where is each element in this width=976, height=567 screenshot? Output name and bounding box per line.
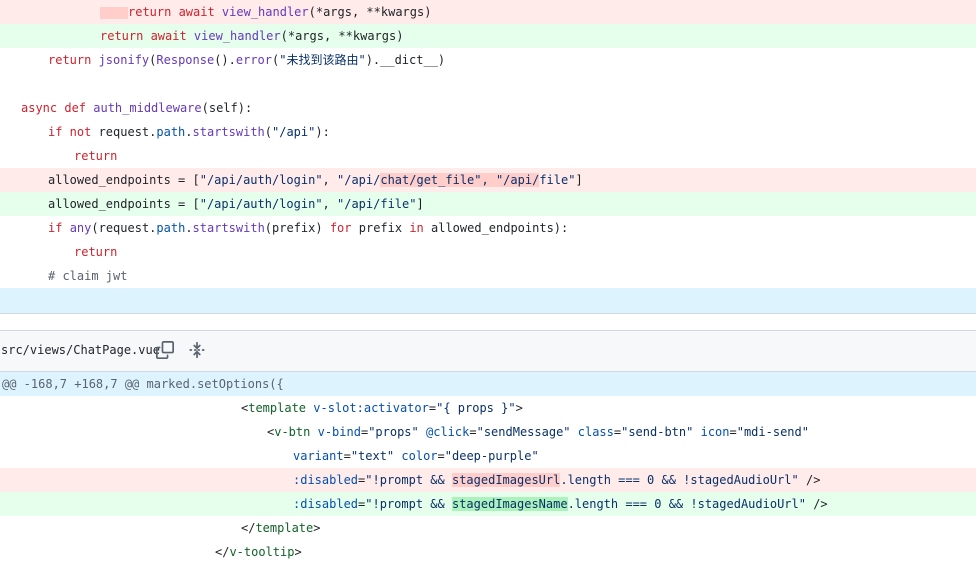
code-text: return await view_handler(*args, **kwarg… (100, 0, 431, 24)
copy-icon[interactable] (156, 341, 176, 361)
code-text: <template v-slot:activator="{ props }"> (241, 401, 523, 415)
code-text: variant="text" color="deep-purple" (293, 449, 539, 463)
code-text: allowed_endpoints = ["/api/auth/login", … (48, 197, 424, 211)
diff-line-context: return (0, 240, 976, 264)
diff-line-context: <template v-slot:activator="{ props }"> (0, 396, 976, 420)
code-text: async def auth_middleware(self): (21, 101, 253, 115)
code-text: return jsonify(Response().error("未找到该路由"… (48, 53, 446, 67)
diff-line-context: if any(request.path.startswith(prefix) f… (0, 216, 976, 240)
code-text: allowed_endpoints = ["/api/auth/login", … (48, 173, 583, 187)
code-text: if any(request.path.startswith(prefix) f… (48, 221, 569, 235)
code-comment: # claim jwt (48, 269, 128, 283)
code-text: </v-tooltip> (215, 545, 302, 559)
diff-line-context (0, 72, 976, 96)
code-text: <v-btn v-bind="props" @click="sendMessag… (267, 425, 809, 439)
diff-line-deleted: return await view_handler(*args, **kwarg… (0, 0, 976, 24)
diff-line-context: return (0, 144, 976, 168)
code-text: return (74, 245, 118, 259)
hunk-header[interactable]: @@ -168,7 +168,7 @@ marked.setOptions({ (0, 372, 976, 396)
diff-line-added: allowed_endpoints = ["/api/auth/login", … (0, 192, 976, 216)
diff-line-context: </template> (0, 516, 976, 540)
code-text: if not request.path.startswith("/api"): (48, 125, 330, 139)
diff-line-deleted: allowed_endpoints = ["/api/auth/login", … (0, 168, 976, 192)
code-text: return await view_handler(*args, **kwarg… (100, 29, 404, 43)
diff-line-added: :disabled="!prompt && stagedImagesName.l… (0, 492, 976, 516)
code-text: return (74, 149, 118, 163)
diff-line-context: return jsonify(Response().error("未找到该路由"… (0, 48, 976, 72)
hunk-header-text: @@ -168,7 +168,7 @@ marked.setOptions({ (2, 377, 284, 391)
diff-line-context: <v-btn v-bind="props" @click="sendMessag… (0, 420, 976, 444)
diff-line-context: if not request.path.startswith("/api"): (0, 120, 976, 144)
diff-line-context: # claim jwt (0, 264, 976, 288)
diff-line-context: async def auth_middleware(self): (0, 96, 976, 120)
diff-line-deleted: :disabled="!prompt && stagedImagesUrl.le… (0, 468, 976, 492)
code-text: :disabled="!prompt && stagedImagesName.l… (293, 497, 828, 511)
expand-icon[interactable] (188, 341, 208, 361)
file-header: src/views/ChatPage.vue (0, 330, 976, 372)
diff-line-added: return await view_handler(*args, **kwarg… (0, 24, 976, 48)
diff-view: return await view_handler(*args, **kwarg… (0, 0, 976, 564)
code-text: </template> (241, 521, 321, 535)
file-name[interactable]: src/views/ChatPage.vue (1, 343, 160, 357)
file-divider (0, 313, 976, 330)
diff-line-context: variant="text" color="deep-purple" (0, 444, 976, 468)
expand-hunk-row[interactable] (0, 288, 976, 313)
code-text: :disabled="!prompt && stagedImagesUrl.le… (293, 473, 821, 487)
diff-line-context: </v-tooltip> (0, 540, 976, 564)
